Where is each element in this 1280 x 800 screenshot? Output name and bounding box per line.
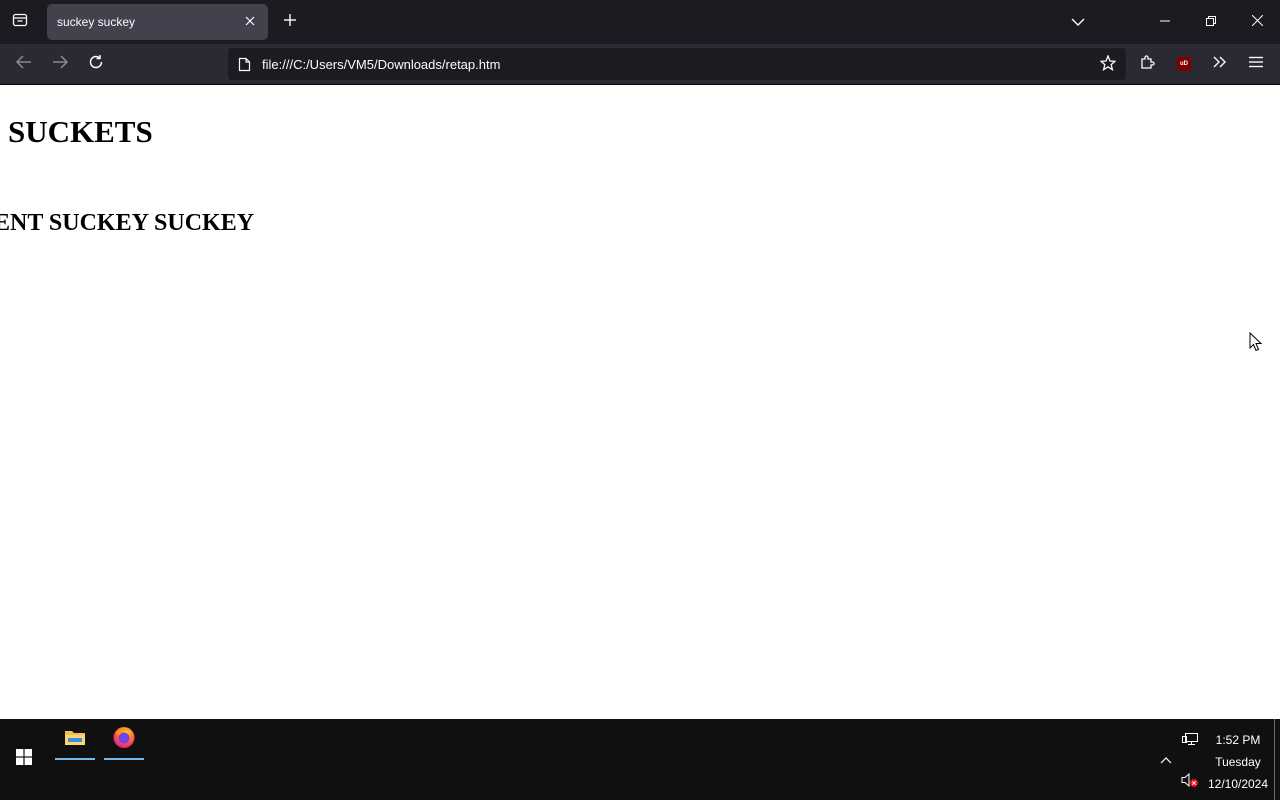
reload-icon — [88, 54, 104, 75]
file-explorer-icon — [64, 728, 86, 751]
plus-icon — [283, 13, 297, 32]
window-controls — [1060, 0, 1280, 44]
taskbar: 1:52 PM Tuesday 12/10/2024 — [0, 719, 1280, 800]
tab-strip: suckey suckey — [0, 0, 1280, 44]
page-content: SUCKETS ENT SUCKEY SUCKEY — [0, 85, 1280, 719]
more-tools-button[interactable] — [1202, 48, 1238, 80]
taskbar-app-file-explorer[interactable] — [55, 719, 95, 760]
ublock-origin-button[interactable]: uD — [1166, 48, 1202, 80]
list-all-tabs-button[interactable] — [1060, 0, 1096, 44]
page-heading: SUCKETS — [8, 114, 153, 149]
clock-day: Tuesday — [1215, 755, 1261, 769]
firefox-view-button[interactable] — [0, 0, 40, 44]
taskbar-app-firefox[interactable] — [104, 719, 144, 760]
puzzle-icon — [1140, 54, 1156, 75]
network-icon[interactable] — [1181, 731, 1199, 747]
navigation-toolbar: file:///C:/Users/VM5/Downloads/retap.htm… — [0, 44, 1280, 85]
arrow-left-icon — [16, 55, 32, 74]
page-icon[interactable] — [236, 56, 252, 72]
active-app-indicator — [104, 758, 144, 760]
taskbar-clock[interactable]: 1:52 PM Tuesday 12/10/2024 — [1206, 729, 1270, 795]
chevron-down-icon — [1071, 13, 1085, 31]
restore-button[interactable] — [1188, 0, 1234, 44]
url-text[interactable]: file:///C:/Users/VM5/Downloads/retap.htm — [262, 57, 1092, 72]
arrow-right-icon — [52, 55, 68, 74]
hamburger-menu-icon — [1249, 55, 1263, 73]
close-icon — [245, 15, 255, 29]
ublock-origin-icon: uD — [1177, 57, 1191, 71]
chevron-up-icon — [1160, 751, 1172, 769]
restore-icon — [1206, 13, 1216, 31]
url-bar[interactable]: file:///C:/Users/VM5/Downloads/retap.htm — [228, 48, 1126, 80]
bookmark-button[interactable] — [1092, 50, 1124, 78]
close-tab-button[interactable] — [236, 8, 264, 36]
active-tab[interactable]: suckey suckey — [47, 4, 268, 40]
active-app-indicator — [55, 758, 95, 760]
show-desktop-button[interactable] — [1274, 719, 1275, 800]
show-hidden-icons-button[interactable] — [1158, 752, 1174, 768]
firefox-icon — [112, 725, 136, 754]
clock-time: 1:52 PM — [1215, 733, 1261, 747]
tab-title: suckey suckey — [57, 15, 136, 29]
minimize-icon — [1160, 13, 1170, 31]
mouse-cursor-icon — [1249, 331, 1263, 357]
minimize-button[interactable] — [1142, 0, 1188, 44]
double-chevron-right-icon — [1213, 55, 1227, 73]
toolbar-right: uD — [1130, 48, 1274, 80]
close-window-button[interactable] — [1234, 0, 1280, 44]
page-subheading: ENT SUCKEY SUCKEY — [0, 210, 255, 236]
clock-date: 12/10/2024 — [1207, 777, 1269, 791]
forward-button[interactable] — [42, 48, 78, 80]
reload-button[interactable] — [78, 48, 114, 80]
firefox-view-icon — [12, 12, 28, 33]
windows-logo-icon — [16, 749, 32, 770]
star-icon — [1099, 53, 1117, 74]
back-button[interactable] — [6, 48, 42, 80]
close-icon — [1251, 13, 1263, 31]
extensions-button[interactable] — [1130, 48, 1166, 80]
new-tab-button[interactable] — [276, 8, 304, 36]
app-menu-button[interactable] — [1238, 48, 1274, 80]
volume-muted-icon[interactable] — [1181, 772, 1199, 788]
start-button[interactable] — [0, 719, 48, 800]
